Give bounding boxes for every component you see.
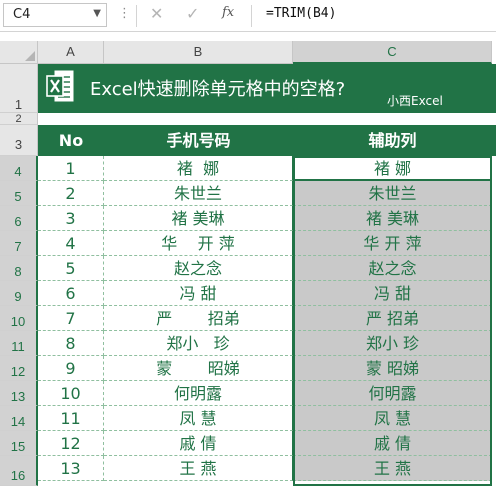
row-header-7[interactable]: 7	[0, 231, 38, 256]
row-header-10[interactable]: 10	[0, 306, 38, 331]
table-row: 12 戚 倩戚 倩	[38, 431, 496, 456]
cell-phone[interactable]: 朱世兰	[104, 181, 293, 206]
cell-phone[interactable]: 王 燕	[104, 456, 293, 481]
cell-phone[interactable]: 华 开 萍	[104, 231, 293, 256]
cell-phone[interactable]: 蒙 昭娣	[104, 356, 293, 381]
cell-phone[interactable]: 戚 倩	[104, 431, 293, 456]
header-no[interactable]: No	[38, 125, 104, 156]
cell-helper[interactable]: 朱世兰	[293, 181, 492, 206]
name-box-value: C4	[13, 7, 31, 22]
row-header-9[interactable]: 9	[0, 281, 38, 306]
table-row: 7严 招弟严 招弟	[38, 306, 496, 331]
banner-title: Excel快速删除单元格中的空格?	[90, 79, 346, 100]
cell-helper[interactable]: 戚 倩	[293, 431, 492, 456]
formula-input[interactable]: =TRIM(B4)	[266, 6, 336, 21]
column-header-b[interactable]: B	[104, 41, 293, 64]
cell-phone[interactable]: 褚 美琳	[104, 206, 293, 231]
cell-no[interactable]: 7	[38, 306, 104, 331]
table-row: 11 凤 慧凤 慧	[38, 406, 496, 431]
more-options-icon[interactable]: ⋮	[118, 6, 131, 21]
cell-no[interactable]: 2	[38, 181, 104, 206]
cell-no[interactable]: 11	[38, 406, 104, 431]
formula-bar-divider	[136, 5, 137, 27]
row-header-11[interactable]: 11	[0, 331, 38, 356]
row-header-14[interactable]: 14	[0, 406, 38, 431]
table-header-row: No 手机号码 辅助列	[38, 125, 496, 156]
table-row: 4华 开 萍华 开 萍	[38, 231, 496, 256]
confirm-icon[interactable]: ✓	[186, 4, 199, 23]
title-banner[interactable]: Excel快速删除单元格中的空格? 小西Excel	[38, 64, 496, 113]
table-row: 5 赵之念 赵之念	[38, 256, 496, 281]
cell-no[interactable]: 1	[38, 156, 104, 181]
excel-logo-icon	[46, 70, 74, 102]
cell-helper[interactable]: 华 开 萍	[293, 231, 492, 256]
cell-helper[interactable]: 严 招弟	[293, 306, 492, 331]
table-row: 8 郑小 珍郑小 珍	[38, 331, 496, 356]
formula-bar-divider-2	[251, 5, 252, 27]
insert-function-icon[interactable]: fx	[222, 5, 234, 20]
cell-no[interactable]: 9	[38, 356, 104, 381]
table-row: 3褚 美琳褚 美琳	[38, 206, 496, 231]
header-helper[interactable]: 辅助列	[293, 125, 492, 156]
banner-brand: 小西Excel	[387, 94, 443, 108]
cell-no[interactable]: 13	[38, 456, 104, 481]
row-header-12[interactable]: 12	[0, 356, 38, 381]
cell-no[interactable]: 4	[38, 231, 104, 256]
cell-phone[interactable]: 赵之念	[104, 256, 293, 281]
cell-phone[interactable]: 郑小 珍	[104, 331, 293, 356]
worksheet-grid[interactable]: A B C 1 2 3 4 5 6 7 8 9 10 11 12 13 14 1…	[0, 32, 496, 487]
row-header-1[interactable]: 1	[0, 64, 38, 113]
cell-no[interactable]: 5	[38, 256, 104, 281]
row-header-3[interactable]: 3	[0, 125, 38, 156]
table-row: 2 朱世兰 朱世兰	[38, 181, 496, 206]
name-box[interactable]: C4 ▼	[3, 3, 107, 27]
row-header-16[interactable]: 16	[0, 456, 38, 486]
table-row: 9蒙 昭娣蒙 昭娣	[38, 356, 496, 381]
column-header-a[interactable]: A	[38, 41, 104, 64]
row-header-13[interactable]: 13	[0, 381, 38, 406]
cell-helper[interactable]: 蒙 昭娣	[293, 356, 492, 381]
formula-bar: C4 ▼ ⋮ ✕ ✓ fx =TRIM(B4)	[0, 0, 496, 32]
row-header-6[interactable]: 6	[0, 206, 38, 231]
cell-phone[interactable]: 褚 娜	[104, 156, 293, 181]
cell-helper[interactable]: 冯 甜	[293, 281, 492, 306]
chevron-down-icon[interactable]: ▼	[93, 8, 101, 19]
column-header-c[interactable]: C	[293, 41, 492, 64]
row-header-4[interactable]: 4	[0, 156, 38, 181]
cell-helper[interactable]: 王 燕	[293, 456, 492, 481]
table-row: 13 王 燕王 燕	[38, 456, 496, 481]
row-header-15[interactable]: 15	[0, 431, 38, 456]
cell-helper[interactable]: 凤 慧	[293, 406, 492, 431]
cell-helper[interactable]: 赵之念	[293, 256, 492, 281]
table-row: 10 何明露 何明露	[38, 381, 496, 406]
cell-no[interactable]: 12	[38, 431, 104, 456]
cell-helper[interactable]: 郑小 珍	[293, 331, 492, 356]
select-all-corner[interactable]	[0, 41, 38, 64]
row-header-5[interactable]: 5	[0, 181, 38, 206]
cell-phone[interactable]: 严 招弟	[104, 306, 293, 331]
row-header-8[interactable]: 8	[0, 256, 38, 281]
cell-helper[interactable]: 何明露	[293, 381, 492, 406]
cell-no[interactable]: 10	[38, 381, 104, 406]
cell-no[interactable]: 6	[38, 281, 104, 306]
row-header-2[interactable]: 2	[0, 113, 38, 125]
active-cell-c4[interactable]	[293, 156, 492, 181]
table-row: 6冯 甜冯 甜	[38, 281, 496, 306]
cell-phone[interactable]: 何明露	[104, 381, 293, 406]
header-phone[interactable]: 手机号码	[104, 125, 293, 156]
cell-phone[interactable]: 凤 慧	[104, 406, 293, 431]
cell-phone[interactable]: 冯 甜	[104, 281, 293, 306]
cell-helper[interactable]: 褚 美琳	[293, 206, 492, 231]
cell-no[interactable]: 3	[38, 206, 104, 231]
cancel-icon[interactable]: ✕	[150, 4, 163, 23]
cell-no[interactable]: 8	[38, 331, 104, 356]
